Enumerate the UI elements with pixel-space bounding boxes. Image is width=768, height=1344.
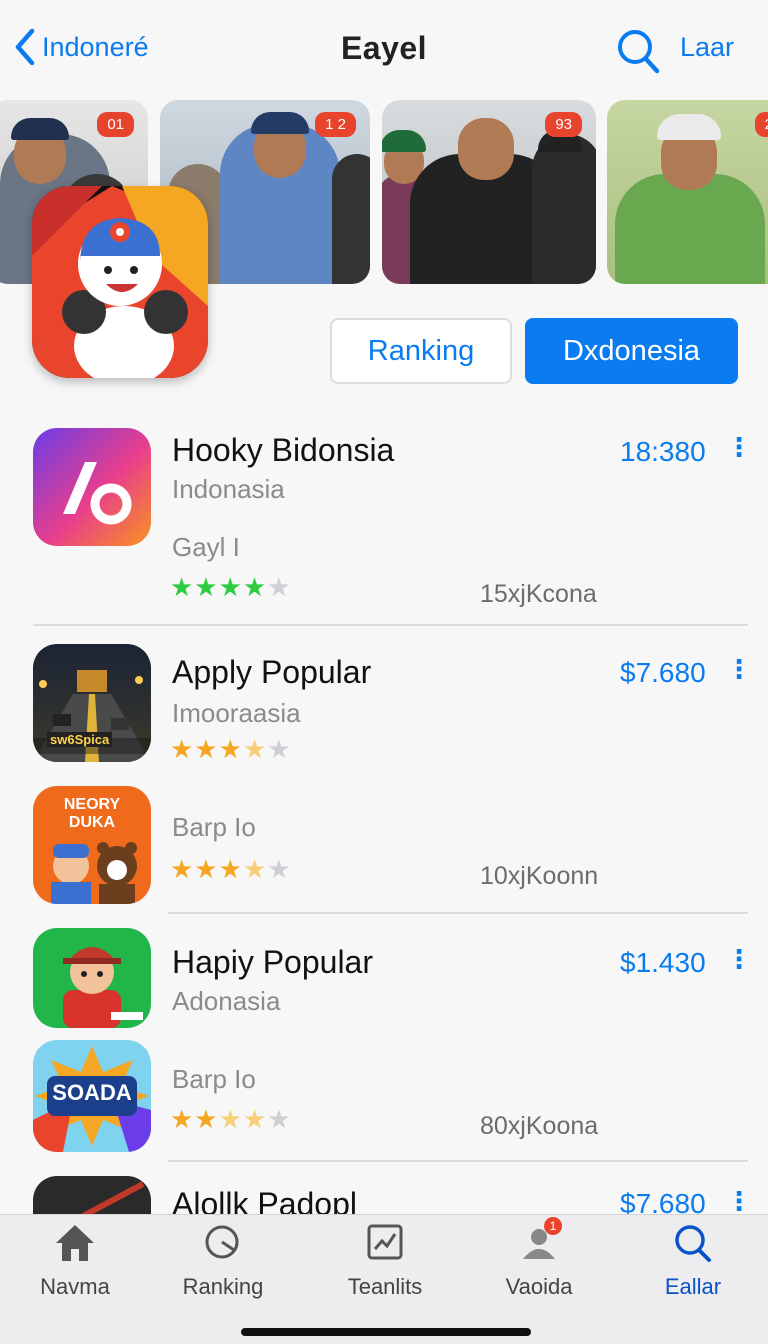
search-icon xyxy=(675,1225,711,1262)
notification-badge: 1 xyxy=(544,1217,562,1235)
star-rating: ★★★★★ xyxy=(170,734,292,764)
banner-badge: 93 xyxy=(545,112,582,137)
star-rating: ★★★★★ xyxy=(170,572,292,602)
tab-label: Teanlits xyxy=(347,1274,423,1299)
tab-charts[interactable]: Teanlits xyxy=(320,1223,450,1300)
tab-bar: Navma Ranking Teanlits 1 Vaoida Eallar xyxy=(0,1214,768,1344)
star-rating: ★★★★★ xyxy=(170,854,292,884)
tab-label: Eallar xyxy=(664,1274,722,1299)
price-label[interactable]: $7.680 xyxy=(620,1188,706,1214)
navigation-bar: Indoneré Eayel Laar xyxy=(0,0,768,100)
ranking-icon xyxy=(205,1225,239,1259)
search-button[interactable] xyxy=(616,28,660,79)
app-icon[interactable]: NEORY DUKA xyxy=(33,786,151,904)
divider xyxy=(33,624,748,626)
divider xyxy=(168,1160,748,1162)
app-icon[interactable]: SOADA xyxy=(33,1040,151,1152)
app-icon[interactable] xyxy=(33,1176,151,1216)
price-label[interactable]: 18:380 xyxy=(620,436,706,468)
primary-button[interactable]: Dxdonesia xyxy=(525,318,738,384)
app-icon[interactable]: sw6Spica xyxy=(33,644,151,762)
more-options-icon[interactable]: ⋮ xyxy=(726,432,752,463)
more-options-icon[interactable]: ⋮ xyxy=(726,1186,752,1214)
featured-app-icon[interactable] xyxy=(32,186,208,378)
letter-a-icon xyxy=(63,462,132,525)
app-name[interactable]: Hooky Bidonsia xyxy=(172,432,394,469)
tab-label: Navma xyxy=(40,1274,110,1299)
download-count: 15xjKcona xyxy=(480,580,597,608)
icon-caption: SOADA xyxy=(52,1080,132,1105)
price-label[interactable]: $7.680 xyxy=(620,657,706,689)
download-count: 10xjKoonn xyxy=(480,862,599,890)
ranking-button[interactable]: Ranking xyxy=(330,318,512,384)
app-icon[interactable] xyxy=(33,928,151,1028)
tab-profile[interactable]: 1 Vaoida xyxy=(474,1217,604,1300)
more-options-icon[interactable]: ⋮ xyxy=(726,654,752,685)
app-subtitle: Adonasia xyxy=(172,986,281,1016)
cartoon-icon xyxy=(51,842,137,904)
home-icon xyxy=(56,1225,94,1261)
app-subtitle: Indonasia xyxy=(172,474,285,504)
app-name[interactable]: Hapiy Popular xyxy=(172,944,373,981)
search-icon xyxy=(618,30,660,74)
banner-image[interactable]: 93 xyxy=(382,100,596,284)
divider xyxy=(168,912,748,914)
app-subtitle: Imooraasia xyxy=(172,698,301,728)
banner-badge: 1 2 xyxy=(315,112,356,137)
icon-caption: sw6Spica xyxy=(47,732,113,747)
nav-right-button[interactable]: Laar xyxy=(680,32,734,63)
tab-label: Vaoida xyxy=(505,1274,573,1299)
download-count: 80xjKoona xyxy=(480,1112,599,1140)
app-category: Gayl I xyxy=(172,532,240,562)
character-icon xyxy=(63,947,143,1028)
guitar-icon xyxy=(81,1181,145,1216)
app-name[interactable]: Apply Popular xyxy=(172,654,371,691)
chart-icon xyxy=(367,1224,403,1260)
home-indicator[interactable] xyxy=(241,1328,531,1336)
more-options-icon[interactable]: ⋮ xyxy=(726,944,752,975)
banner-badge: 01 xyxy=(97,112,134,137)
tab-search[interactable]: Eallar xyxy=(628,1223,758,1300)
banner-image[interactable]: 2 xyxy=(607,100,768,284)
price-label[interactable]: $1.430 xyxy=(620,947,706,979)
app-name[interactable]: Alollk Padopl xyxy=(172,1186,357,1214)
app-category: Barp Io xyxy=(172,812,256,842)
tab-home[interactable]: Navma xyxy=(10,1223,140,1300)
tab-label: Ranking xyxy=(182,1274,264,1299)
app-category: Barp Io xyxy=(172,1064,256,1094)
app-icon[interactable] xyxy=(33,428,151,546)
banner-badge: 2 xyxy=(754,112,768,137)
star-rating: ★★★★★ xyxy=(170,1104,292,1134)
tab-ranking[interactable]: Ranking xyxy=(158,1223,288,1300)
